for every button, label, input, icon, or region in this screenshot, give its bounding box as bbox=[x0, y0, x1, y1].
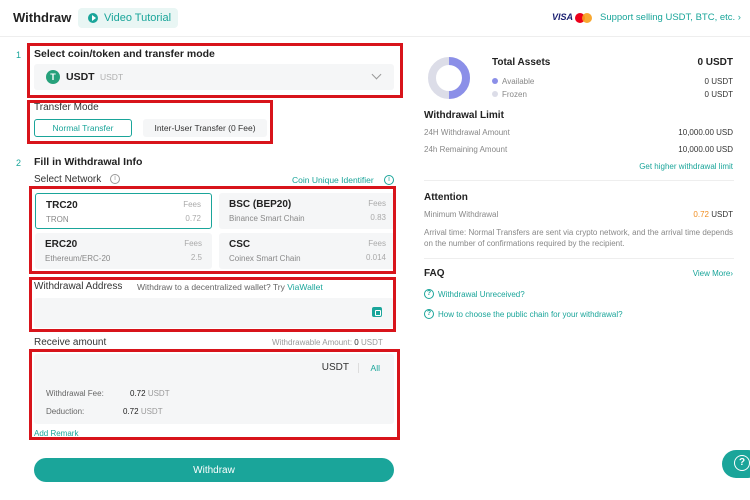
highlight-box-network bbox=[29, 186, 396, 274]
min-withdrawal-unit: USDT bbox=[711, 210, 733, 219]
question-icon: ? bbox=[424, 309, 434, 319]
receive-amount-label: Receive amount bbox=[34, 337, 107, 348]
coin-unique-identifier-link[interactable]: Coin Unique Identifier bbox=[292, 175, 374, 185]
step-1-number: 1 bbox=[16, 50, 22, 60]
min-withdrawal-value: 0.72 bbox=[693, 210, 709, 219]
withdrawable-unit: USDT bbox=[360, 338, 383, 347]
faq-item-label: Withdrawal Unreceived? bbox=[438, 289, 525, 299]
total-assets-value: 0 USDT bbox=[697, 57, 733, 68]
higher-limit-link[interactable]: Get higher withdrawal limit bbox=[639, 162, 733, 171]
faq-item[interactable]: ? Withdrawal Unreceived? bbox=[424, 289, 525, 299]
header-divider bbox=[0, 36, 750, 37]
info-icon-teal[interactable]: i bbox=[384, 175, 394, 185]
limit-remaining-value: 10,000.00 USD bbox=[678, 145, 733, 154]
help-chat-button[interactable] bbox=[722, 450, 750, 478]
highlight-box-transfer-mode bbox=[27, 100, 273, 144]
faq-item[interactable]: ? How to choose the public chain for you… bbox=[424, 309, 623, 319]
available-value: 0 USDT bbox=[704, 77, 733, 86]
faq-item-label: How to choose the public chain for your … bbox=[438, 309, 623, 319]
video-tutorial-button[interactable]: Video Tutorial bbox=[78, 8, 178, 28]
limit-24h-label: 24H Withdrawal Amount bbox=[424, 128, 510, 137]
step-2-number: 2 bbox=[16, 158, 22, 168]
withdraw-button[interactable]: Withdraw bbox=[34, 458, 394, 482]
min-withdrawal-label: Minimum Withdrawal bbox=[424, 210, 499, 219]
highlight-box-coin bbox=[27, 43, 403, 98]
play-icon bbox=[88, 13, 98, 23]
withdrawable-value: 0 bbox=[354, 338, 359, 347]
withdrawable-label: Withdrawable Amount: bbox=[272, 338, 353, 347]
highlight-box-address bbox=[29, 277, 396, 332]
arrival-time-text: Arrival time: Normal Transfers are sent … bbox=[424, 228, 734, 248]
faq-title: FAQ bbox=[424, 268, 445, 279]
limit-remaining-label: 24h Remaining Amount bbox=[424, 145, 508, 154]
info-icon[interactable]: i bbox=[110, 174, 120, 184]
divider bbox=[424, 258, 734, 259]
min-withdrawal: 0.72 USDT bbox=[693, 210, 733, 219]
page-title: Withdraw bbox=[13, 10, 72, 25]
assets-donut-chart bbox=[428, 57, 470, 99]
question-icon: ? bbox=[424, 289, 434, 299]
available-dot bbox=[492, 78, 498, 84]
frozen-label: Frozen bbox=[502, 90, 527, 99]
frozen-dot bbox=[492, 91, 498, 97]
attention-title: Attention bbox=[424, 192, 468, 203]
limit-24h-value: 10,000.00 USD bbox=[678, 128, 733, 137]
visa-logo: VISA bbox=[552, 12, 574, 22]
step-2-title: Fill in Withdrawal Info bbox=[34, 156, 143, 168]
highlight-box-receive bbox=[29, 349, 400, 440]
view-more-link[interactable]: View More› bbox=[693, 269, 733, 278]
video-tutorial-label: Video Tutorial bbox=[104, 12, 172, 24]
support-selling-link[interactable]: Support selling USDT, BTC, etc. › bbox=[600, 12, 741, 23]
total-assets-title: Total Assets bbox=[492, 57, 551, 68]
mastercard-logo bbox=[575, 13, 593, 23]
withdrawal-limit-title: Withdrawal Limit bbox=[424, 110, 504, 121]
select-network-label: Select Network bbox=[34, 174, 102, 185]
divider bbox=[424, 180, 734, 181]
available-label: Available bbox=[502, 77, 535, 86]
frozen-value: 0 USDT bbox=[704, 90, 733, 99]
withdrawable-amount: Withdrawable Amount: 0 USDT bbox=[272, 338, 383, 347]
